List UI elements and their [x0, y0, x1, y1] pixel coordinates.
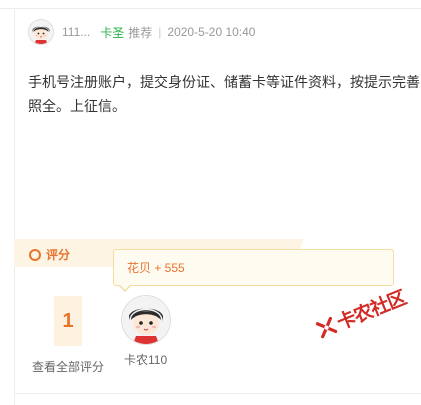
recommend-label[interactable]: 推荐 [128, 24, 152, 41]
kanong-logo-icon [315, 316, 338, 338]
ring-icon [29, 248, 41, 261]
author-name[interactable]: 111... [62, 25, 90, 39]
author-avatar[interactable] [28, 19, 54, 45]
site-watermark: 卡农社区 [313, 283, 409, 343]
rating-count: 1 [54, 296, 82, 346]
left-border [14, 9, 15, 405]
post-timestamp: 2020-5-20 10:40 [167, 25, 256, 39]
post-header: 111... 卡圣 推荐 | 2020-5-20 10:40 [28, 19, 255, 45]
rating-tooltip: 花贝 + 555 [113, 249, 394, 286]
post-content: 手机号注册账户，提交身份证、储蓄卡等证件资料，按提示完善 照全。上征信。 [28, 70, 421, 118]
top-divider [0, 8, 421, 9]
cartoon-avatar-icon [29, 20, 53, 44]
rater-name[interactable]: 卡农110 [124, 351, 167, 368]
rater-avatar[interactable] [121, 295, 171, 345]
cartoon-avatar-icon [122, 296, 170, 344]
rating-title: 评分 [29, 246, 70, 263]
author-tag[interactable]: 卡圣 [100, 24, 124, 41]
meta-separator: | [158, 25, 162, 39]
bottom-divider [14, 393, 421, 394]
watermark-text: 卡农社区 [333, 286, 409, 335]
post-line: 手机号注册账户，提交身份证、储蓄卡等证件资料，按提示完善 [28, 74, 420, 90]
tooltip-arrow-fill [119, 284, 131, 290]
post-line: 照全。上征信。 [28, 98, 126, 114]
view-all-ratings-link[interactable]: 查看全部评分 [32, 358, 104, 375]
rating-title-text: 评分 [46, 248, 71, 262]
